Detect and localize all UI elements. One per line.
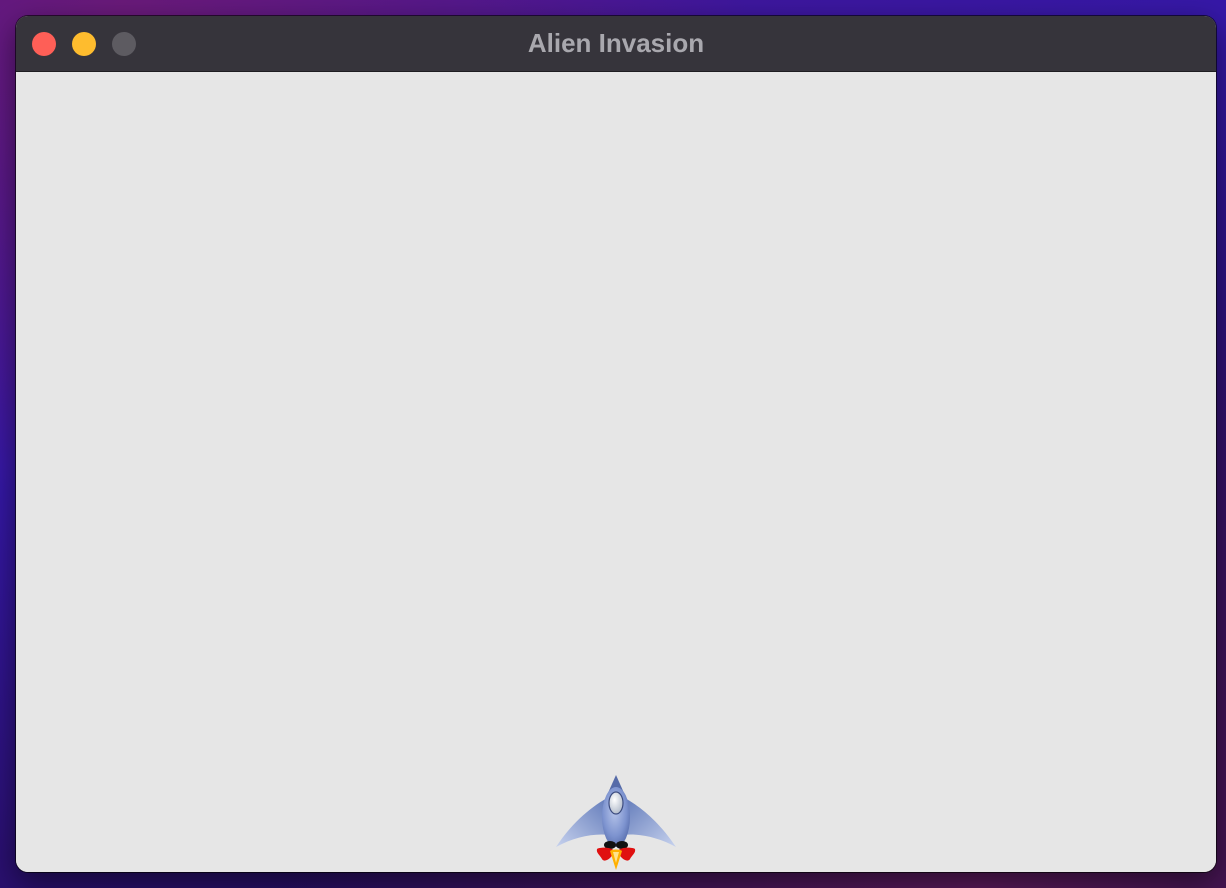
- window-title: Alien Invasion: [527, 28, 705, 58]
- title-bar[interactable]: Alien Invasion: [16, 16, 1216, 72]
- game-window: Alien Invasion: [16, 16, 1216, 872]
- spaceship-icon: [556, 775, 676, 870]
- game-canvas[interactable]: [16, 73, 1216, 872]
